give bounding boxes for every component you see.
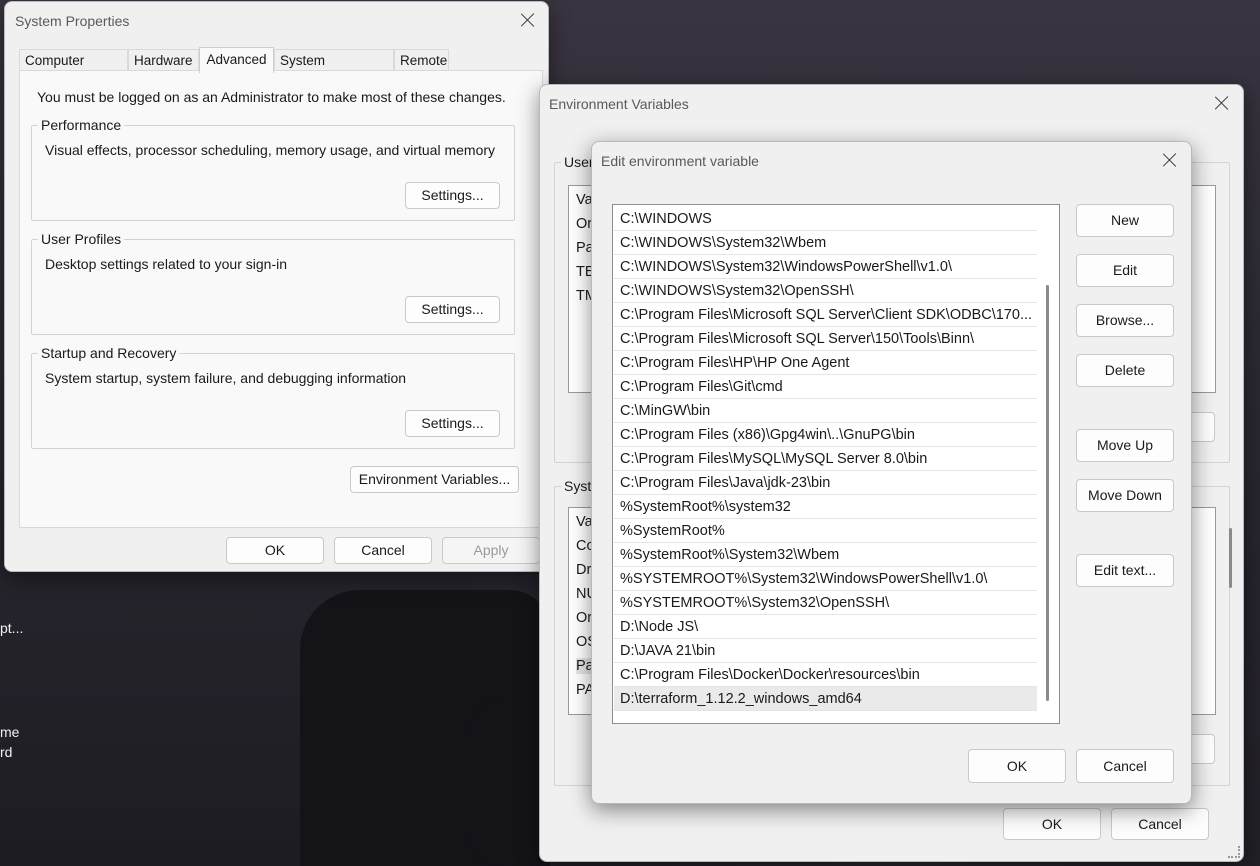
desktop-icon-label-1[interactable]: pt... [0,620,23,636]
path-list-item[interactable]: %SYSTEMROOT%\System32\WindowsPowerShell\… [614,567,1037,591]
delete-button[interactable]: Delete [1076,354,1174,387]
ok-button[interactable]: OK [226,537,324,564]
window-title: Environment Variables [549,96,689,112]
group-title: Performance [38,117,125,133]
path-list-item[interactable]: C:\Program Files\HP\HP One Agent [614,351,1037,375]
path-list-item[interactable]: C:\Program Files\Git\cmd [614,375,1037,399]
titlebar[interactable]: Environment Variables [540,85,1243,123]
startup-recovery-group: Startup and Recovery System startup, sys… [31,345,515,449]
path-list-item[interactable]: %SystemRoot%\System32\Wbem [614,543,1037,567]
path-list-item[interactable]: %SystemRoot%\system32 [614,495,1037,519]
path-list[interactable]: C:\WINDOWS C:\WINDOWS\System32\Wbem C:\WIN… [612,204,1060,724]
group-description: System startup, system failure, and debu… [45,370,407,386]
close-icon[interactable] [1162,152,1178,168]
path-list-item[interactable]: C:\WINDOWS\System32\OpenSSH\ [614,279,1037,303]
list-row[interactable]: Or [576,216,592,232]
close-icon[interactable] [520,12,536,28]
resize-grip-icon[interactable] [1228,846,1240,858]
path-list-item[interactable]: C:\WINDOWS\System32\WindowsPowerShell\v1… [614,255,1037,279]
tab-computer-name[interactable]: Computer Name [19,49,128,89]
path-list-item[interactable]: %SYSTEMROOT%\System32\OpenSSH\ [614,591,1037,615]
cancel-button[interactable]: Cancel [334,537,432,564]
user-profiles-group: User Profiles Desktop settings related t… [31,231,515,335]
desktop-icon-label-3[interactable]: rd [0,744,12,760]
path-list-item[interactable]: D:\terraform_1.12.2_windows_amd64 [614,687,1037,711]
tab-remote[interactable]: Remote [394,49,449,70]
path-list-item[interactable]: C:\MinGW\bin [614,399,1037,423]
path-list-item[interactable]: %SystemRoot% [614,519,1037,543]
group-description: Visual effects, processor scheduling, me… [45,142,496,158]
performance-settings-button[interactable]: Settings... [405,182,500,209]
scrollbar[interactable] [1229,528,1232,588]
path-list-item[interactable]: D:\JAVA 21\bin [614,639,1037,663]
ok-button[interactable]: OK [968,749,1066,783]
group-title: Startup and Recovery [38,345,180,361]
move-down-button[interactable]: Move Down [1076,479,1174,512]
list-row[interactable]: Dr [576,562,591,578]
scrollbar[interactable] [1046,285,1049,701]
edit-button[interactable]: Edit [1076,254,1174,287]
environment-variables-button[interactable]: Environment Variables... [350,466,519,493]
cancel-button[interactable]: Cancel [1076,749,1174,783]
list-row[interactable]: Or [576,610,592,626]
performance-group: Performance Visual effects, processor sc… [31,117,515,221]
system-properties-window: System Properties Computer Name Hardware… [4,1,549,572]
group-title: User Profiles [38,231,125,247]
path-list-item[interactable]: C:\WINDOWS [614,207,1037,231]
group-description: Desktop settings related to your sign-in [45,256,288,272]
titlebar[interactable]: System Properties [5,2,548,40]
cancel-button[interactable]: Cancel [1111,808,1209,840]
path-list-item[interactable]: C:\Program Files\Docker\Docker\resources… [614,663,1037,687]
path-list-item[interactable]: C:\Program Files\MySQL\MySQL Server 8.0\… [614,447,1037,471]
path-list-item[interactable]: D:\Node JS\ [614,615,1037,639]
admin-note: You must be logged on as an Administrato… [37,89,506,105]
tab-hardware[interactable]: Hardware [128,49,199,70]
path-list-item[interactable]: C:\Program Files (x86)\Gpg4win\..\GnuPG\… [614,423,1037,447]
window-title: System Properties [15,13,130,29]
tab-advanced[interactable]: Advanced [199,47,274,73]
window-title: Edit environment variable [601,153,759,169]
move-up-button[interactable]: Move Up [1076,429,1174,462]
browse-button[interactable]: Browse... [1076,304,1174,337]
desktop-icon-label-2[interactable]: me [0,724,19,740]
path-list-item[interactable]: C:\Program Files\Microsoft SQL Server\Cl… [614,303,1037,327]
advanced-tab-pane: You must be logged on as an Administrato… [19,70,543,528]
edit-text-button[interactable]: Edit text... [1076,554,1174,587]
path-list-item[interactable]: C:\Program Files\Microsoft SQL Server\15… [614,327,1037,351]
user-profiles-settings-button[interactable]: Settings... [405,296,500,323]
path-list-item[interactable]: C:\Program Files\Java\jdk-23\bin [614,471,1037,495]
startup-settings-button[interactable]: Settings... [405,410,500,437]
apply-button[interactable]: Apply [442,537,540,564]
edit-environment-variable-window: Edit environment variable C:\WINDOWS C:\W… [591,141,1192,804]
path-list-item[interactable]: C:\WINDOWS\System32\Wbem [614,231,1037,255]
new-button[interactable]: New [1076,204,1174,237]
ok-button[interactable]: OK [1003,808,1101,840]
titlebar[interactable]: Edit environment variable [592,142,1191,180]
close-icon[interactable] [1214,95,1230,111]
tab-system-protection[interactable]: System Protection [274,49,394,89]
